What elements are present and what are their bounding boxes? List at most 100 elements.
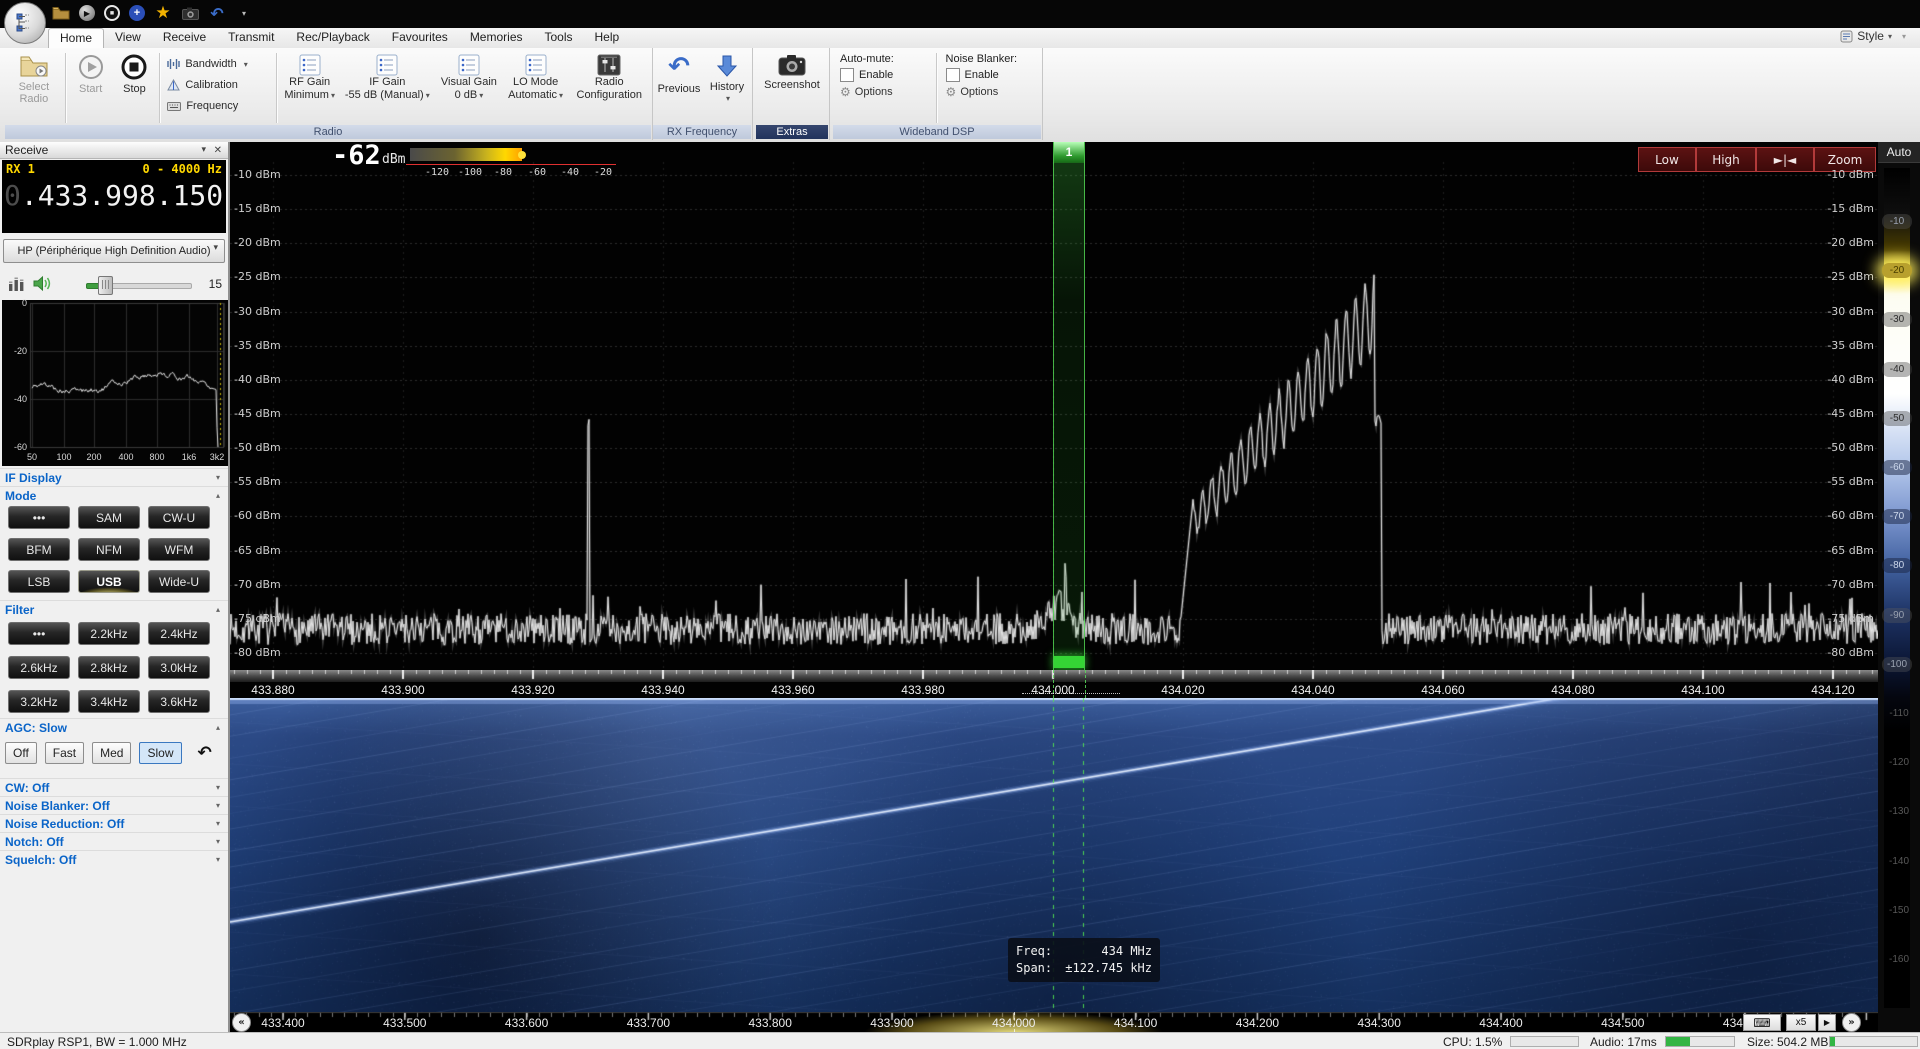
open-file-icon[interactable] — [52, 4, 70, 22]
filter-button-2.2khz[interactable]: 2.2kHz — [78, 622, 140, 645]
favourite-star-icon[interactable]: ★ — [154, 4, 172, 22]
receive-panel-header[interactable]: Receive ▾ ✕ — [0, 142, 228, 159]
zoom-step-caret-icon[interactable]: ▶ — [1818, 1014, 1836, 1031]
audio-device-select[interactable]: HP (Périphérique High Definition Audio) … — [3, 239, 225, 263]
bandwidth-button[interactable]: Bandwidth ▾ — [163, 55, 272, 73]
cpu-progress-bar — [1510, 1036, 1579, 1047]
frequency-button[interactable]: Frequency — [163, 97, 272, 115]
mode-button-cw-u[interactable]: CW-U — [148, 506, 210, 529]
automute-options-button[interactable]: ⚙Options — [840, 85, 927, 99]
add-icon[interactable]: + — [129, 5, 145, 21]
filter-button-3.0khz[interactable]: 3.0kHz — [148, 656, 210, 679]
filter-button-2.4khz[interactable]: 2.4kHz — [148, 622, 210, 645]
waterfall-color-scale[interactable]: Auto -10-20-30-40-50-60-70-80-90-100-110… — [1878, 142, 1920, 1032]
if-gain-button[interactable]: IF Gain -55 dB (Manual)▾ — [340, 50, 436, 126]
panel-caret-icon[interactable]: ▾ — [201, 142, 206, 159]
filter-button-2.8khz[interactable]: 2.8kHz — [78, 656, 140, 679]
mode-button-sam[interactable]: SAM — [78, 506, 140, 529]
menu-tab-rec-playback[interactable]: Rec/Playback — [285, 28, 380, 48]
tuning-marker-band[interactable]: 1 — [1053, 142, 1085, 670]
mode-button-nfm[interactable]: NFM — [78, 538, 140, 561]
speaker-icon[interactable] — [33, 275, 52, 292]
calibration-button[interactable]: Calibration — [163, 76, 272, 94]
section-noise-blanker[interactable]: Noise Blanker: Off▾ — [0, 796, 228, 814]
size-progress-bar — [1829, 1036, 1918, 1047]
mode-button-wfm[interactable]: WFM — [148, 538, 210, 561]
menu-tab-help[interactable]: Help — [584, 28, 631, 48]
camera-icon[interactable] — [181, 4, 199, 22]
mode-button-bfm[interactable]: BFM — [8, 538, 70, 561]
filter-button-2.6khz[interactable]: 2.6kHz — [8, 656, 70, 679]
qat-more-icon[interactable]: ▾ — [235, 4, 253, 22]
tuning-marker-foot — [1054, 656, 1084, 668]
volume-slider-handle[interactable] — [98, 276, 113, 295]
mode-button-usb[interactable]: USB — [78, 570, 140, 593]
section-filter[interactable]: Filter▴ — [0, 600, 228, 618]
section-cw[interactable]: CW: Off▾ — [0, 778, 228, 796]
ribbon-group-label-extras: Extras — [756, 125, 828, 139]
color-scale-gradient[interactable] — [1884, 168, 1910, 1008]
section-mode[interactable]: Mode▴ — [0, 486, 228, 504]
menu-tab-favourites[interactable]: Favourites — [381, 28, 459, 48]
menu-tab-receive[interactable]: Receive — [152, 28, 217, 48]
zoom-step-button[interactable]: x5 — [1786, 1014, 1816, 1031]
previous-button[interactable]: ↶ Previous — [654, 50, 704, 126]
mode-button-•••[interactable]: ••• — [8, 506, 70, 529]
automute-enable-checkbox[interactable]: Enable — [840, 68, 927, 82]
menu-tab-memories[interactable]: Memories — [459, 28, 534, 48]
play-icon[interactable]: ▶ — [79, 5, 95, 21]
menu-tab-tools[interactable]: Tools — [534, 28, 584, 48]
auto-scale-button[interactable]: Auto — [1878, 142, 1920, 163]
scroll-right-button[interactable]: » — [1842, 1013, 1861, 1032]
start-button[interactable]: Start — [69, 50, 113, 126]
menu-tab-home[interactable]: Home — [48, 28, 104, 48]
mode-button-wide-u[interactable]: Wide-U — [148, 570, 210, 593]
noise-blanker-enable-checkbox[interactable]: Enable — [946, 68, 1034, 82]
undo-icon[interactable]: ↶ — [208, 4, 226, 22]
agc-button-slow[interactable]: Slow — [139, 742, 181, 764]
spectrum-button-center[interactable]: ►|◄ — [1756, 147, 1814, 172]
agc-button-med[interactable]: Med — [92, 742, 131, 764]
filter-button-3.6khz[interactable]: 3.6kHz — [148, 690, 210, 713]
agc-undo-icon[interactable]: ↶ — [198, 743, 212, 763]
screenshot-button[interactable]: Screenshot — [757, 50, 827, 126]
panel-close-icon[interactable]: ✕ — [214, 142, 222, 159]
noise-blanker-options-button[interactable]: ⚙Options — [946, 85, 1034, 99]
mode-button-lsb[interactable]: LSB — [8, 570, 70, 593]
menu-tab-view[interactable]: View — [104, 28, 152, 48]
filter-button-3.2khz[interactable]: 3.2kHz — [8, 690, 70, 713]
agc-button-fast[interactable]: Fast — [45, 742, 84, 764]
tuning-marker-label[interactable]: 1 — [1054, 142, 1084, 163]
select-radio-button[interactable]: Select Radio — [6, 50, 62, 126]
filter-button-3.4khz[interactable]: 3.4kHz — [78, 690, 140, 713]
section-noise-reduction[interactable]: Noise Reduction: Off▾ — [0, 814, 228, 832]
section-squelch[interactable]: Squelch: Off▾ — [0, 850, 228, 868]
scroll-left-button[interactable]: « — [232, 1013, 251, 1032]
frequency-navigator[interactable]: 433.400433.500433.600433.700433.800433.9… — [230, 1012, 1878, 1032]
ribbon-collapse-icon[interactable]: ▾ — [1902, 32, 1906, 41]
frequency-axis-bar[interactable] — [230, 670, 1878, 682]
menu-tab-transmit[interactable]: Transmit — [217, 28, 285, 48]
filter-button-•••[interactable]: ••• — [8, 622, 70, 645]
agc-button-off[interactable]: Off — [5, 742, 37, 764]
stop-icon[interactable]: ■ — [104, 5, 120, 21]
app-menu-button[interactable] — [4, 2, 46, 44]
rf-gain-button[interactable]: RF Gain Minimum▾ — [280, 50, 340, 126]
section-if-display[interactable]: IF Display▾ — [0, 468, 228, 486]
spectrum-button-high[interactable]: High — [1696, 147, 1756, 172]
db-axis-label: -20 dBm — [234, 236, 281, 249]
style-menu[interactable]: Style ▾ ▾ — [1840, 29, 1906, 43]
frequency-readout[interactable]: 0.433.998.150 — [4, 179, 223, 212]
section-notch[interactable]: Notch: Off▾ — [0, 832, 228, 850]
history-button[interactable]: History ▾ — [704, 50, 750, 126]
equalizer-icon[interactable] — [8, 276, 25, 292]
stop-button[interactable]: Stop — [113, 50, 157, 126]
rx-frequency-display[interactable]: RX 1 0 - 4000 Hz 0.433.998.150 — [2, 160, 226, 233]
spectrum-button-low[interactable]: Low — [1638, 147, 1696, 172]
keyboard-entry-button[interactable]: ⌨ — [1743, 1014, 1781, 1031]
visual-gain-button[interactable]: Visual Gain 0 dB▾ — [435, 50, 503, 126]
radio-configuration-button[interactable]: Radio Configuration — [568, 50, 650, 126]
lo-mode-button[interactable]: LO Mode Automatic▾ — [503, 50, 569, 126]
status-device: SDRplay RSP1, BW = 1.000 MHz — [7, 1035, 187, 1049]
section-agc[interactable]: AGC: Slow▴ — [0, 718, 228, 736]
